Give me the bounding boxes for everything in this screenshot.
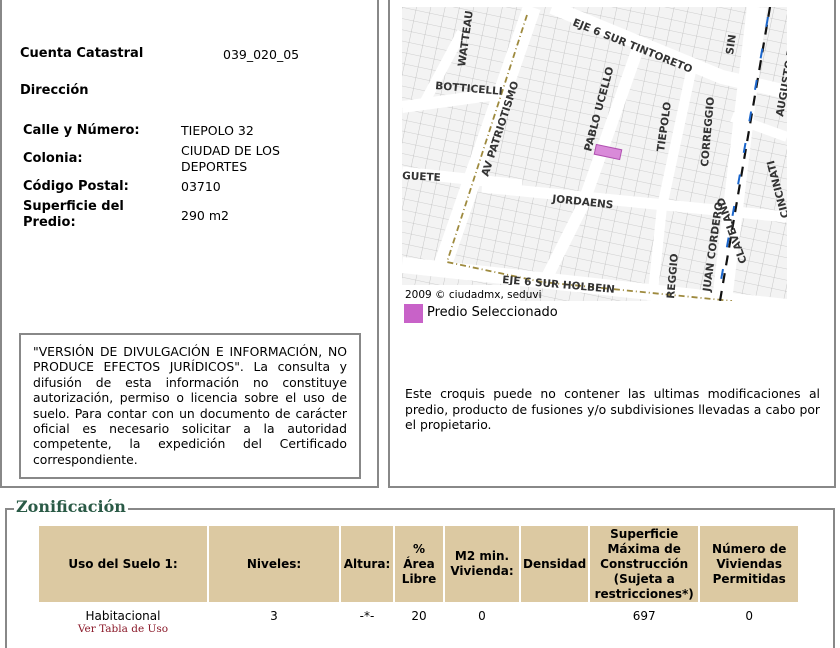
- cell-m2-min: 0: [478, 609, 486, 623]
- calle-value: TIEPOLO 32: [181, 123, 254, 138]
- selected-parcel-swatch: [404, 304, 423, 323]
- header-viviendas: Número de Viviendas Permitidas: [700, 526, 799, 602]
- header-uso: Uso del Suelo 1:: [39, 526, 207, 602]
- header-densidad: Densidad: [521, 526, 589, 602]
- colonia-label: Colonia:: [23, 151, 83, 166]
- cell-densidad: [521, 604, 588, 637]
- superficie-value: 290 m2: [181, 208, 229, 223]
- table-header-row: Uso del Suelo 1: Niveles: Altura: % Área…: [39, 526, 799, 602]
- superficie-label: Superficie del Predio:: [23, 199, 124, 230]
- colonia-value: CIUDAD DE LOS DEPORTES: [181, 143, 280, 174]
- table-row: Habitacional Ver Tabla de Uso 3 -*- 20 0 …: [39, 604, 798, 637]
- header-m2-min: M2 min. Vivienda:: [445, 526, 519, 602]
- zonificacion-title: Zonificación: [14, 497, 128, 516]
- cell-viviendas: 0: [745, 609, 753, 623]
- cell-superficie: 697: [632, 609, 656, 623]
- cell-niveles: 3: [270, 609, 278, 623]
- zonificacion-table: Uso del Suelo 1: Niveles: Altura: % Área…: [37, 524, 800, 639]
- cp-value: 03710: [181, 179, 221, 194]
- map-copyright: 2009 © ciudadmx, seduvi: [405, 289, 542, 301]
- street-label: GUETE: [402, 170, 441, 184]
- cuenta-label: Cuenta Catastral: [20, 46, 144, 61]
- cuenta-value: 039_020_05: [223, 47, 300, 62]
- cell-area-libre: 20: [411, 609, 427, 623]
- location-map[interactable]: WATTEAU EJE 6 SUR TINTORETO SIN AUGUSTO …: [402, 7, 787, 301]
- legend-label: Predio Seleccionado: [427, 305, 558, 320]
- map-note: Este croquis puede no contener las ultim…: [405, 386, 820, 432]
- header-superficie-max: Superficie Máxima de Construcción (Sujet…: [590, 526, 699, 602]
- calle-label: Calle y Número:: [23, 123, 140, 138]
- uso-value: Habitacional: [85, 609, 161, 623]
- cp-label: Código Postal:: [23, 179, 129, 194]
- disclaimer-box: "VERSIÓN DE DIVULGACIÓN E INFORMACIÓN, N…: [19, 333, 361, 479]
- cell-uso: Habitacional Ver Tabla de Uso: [39, 604, 207, 637]
- direccion-heading: Dirección: [20, 83, 89, 98]
- cell-altura: -*-: [359, 609, 375, 623]
- header-area-libre: % Área Libre: [395, 526, 443, 602]
- header-niveles: Niveles:: [209, 526, 339, 602]
- header-altura: Altura:: [341, 526, 393, 602]
